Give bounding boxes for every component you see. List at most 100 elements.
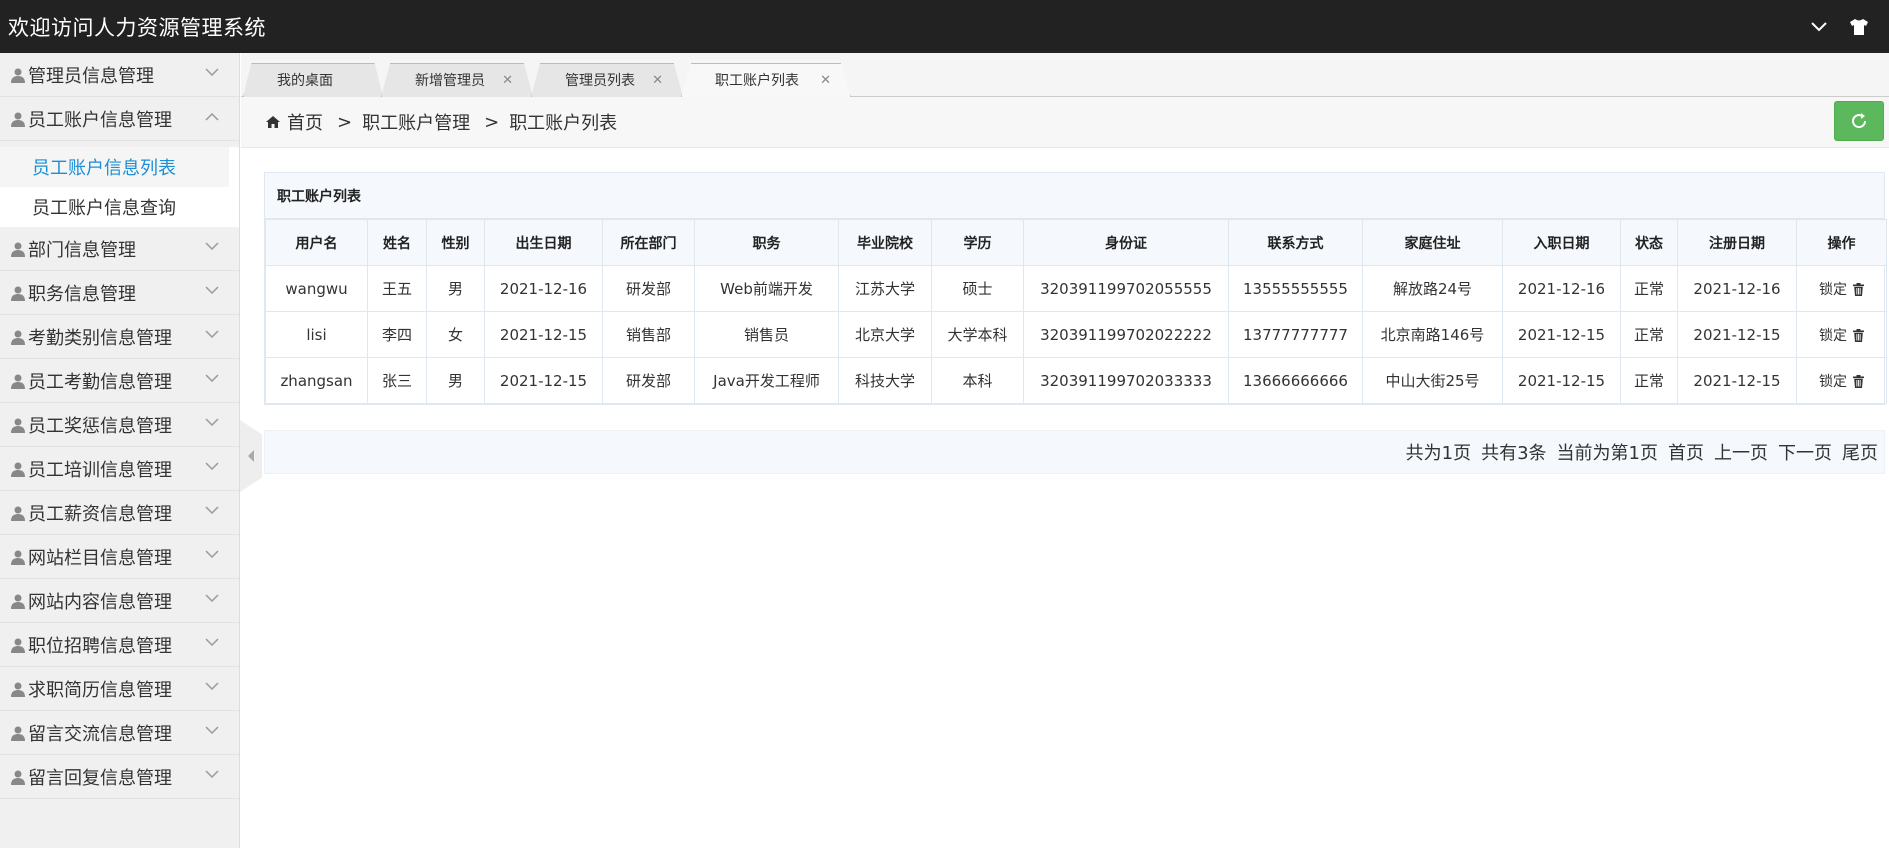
close-icon[interactable]: ✕	[652, 73, 663, 88]
sidebar-item-label: 职务信息管理	[28, 283, 136, 305]
sidebar-item-label: 员工培训信息管理	[28, 459, 172, 481]
sidebar-item-label: 求职简历信息管理	[28, 679, 172, 701]
tab-bar: 我的桌面 新增管理员 ✕ 管理员列表 ✕ 职工账户列表 ✕	[241, 53, 1889, 97]
user-icon	[11, 286, 25, 301]
breadcrumb-home[interactable]: 首页	[287, 109, 323, 135]
chevron-down-icon	[205, 638, 219, 647]
table-cell: 2021-12-15	[1677, 311, 1797, 358]
tab-add-admin[interactable]: 新增管理员 ✕	[381, 63, 533, 97]
user-icon	[11, 770, 25, 785]
pagination: 共为1页 共有3条 当前为第1页 首页 上一页 下一页 尾页	[264, 430, 1885, 474]
sidebar-item-site-column[interactable]: 网站栏目信息管理	[0, 535, 239, 579]
table-row: wangwu 王五 男 2021-12-16 研发部 Web前端开发 江苏大学 …	[265, 265, 1887, 312]
sidebar-item-employee-account[interactable]: 员工账户信息管理	[0, 97, 239, 141]
close-icon[interactable]: ✕	[502, 73, 513, 88]
sidebar-subitem-employee-list[interactable]: 员工账户信息列表	[0, 147, 229, 187]
pager-prev-link[interactable]: 上一页	[1714, 439, 1768, 465]
chevron-down-icon	[205, 770, 219, 779]
user-icon	[11, 242, 25, 257]
employee-account-table: 用户名 姓名 性别 出生日期 所在部门 职务 毕业院校 学历 身份证 联系方式 …	[265, 219, 1887, 404]
chevron-down-icon	[205, 506, 219, 515]
sidebar-subitem-employee-query[interactable]: 员工账户信息查询	[0, 187, 239, 227]
table-cell: 北京南路146号	[1362, 311, 1503, 358]
chevron-down-icon	[205, 418, 219, 427]
user-icon	[11, 68, 25, 83]
table-cell: 科技大学	[838, 357, 932, 404]
sidebar-item-site-content[interactable]: 网站内容信息管理	[0, 579, 239, 623]
sidebar-item-salary[interactable]: 员工薪资信息管理	[0, 491, 239, 535]
breadcrumb-level1: 职工账户管理	[362, 113, 471, 134]
table-cell: 中山大街25号	[1362, 357, 1503, 404]
sidebar-item-resume[interactable]: 求职简历信息管理	[0, 667, 239, 711]
chevron-down-icon	[205, 374, 219, 383]
table-cell: 男	[426, 357, 485, 404]
table-cell: 正常	[1620, 265, 1678, 312]
sidebar-item-department[interactable]: 部门信息管理	[0, 227, 239, 271]
table-cell: 2021-12-15	[1677, 357, 1797, 404]
column-header: 学历	[931, 219, 1024, 266]
table-cell: 2021-12-15	[1502, 311, 1621, 358]
sidebar-item-label: 职位招聘信息管理	[28, 635, 172, 657]
chevron-down-icon	[205, 286, 219, 295]
user-icon	[11, 638, 25, 653]
table-cell: 研发部	[602, 265, 695, 312]
table-cell: 2021-12-16	[1677, 265, 1797, 312]
trash-icon[interactable]	[1853, 374, 1864, 388]
breadcrumb-separator: >	[484, 111, 500, 133]
table-cell: 王五	[367, 265, 427, 312]
shirt-icon[interactable]	[1849, 18, 1869, 36]
table-cell: lisi	[265, 311, 368, 358]
refresh-button[interactable]	[1834, 101, 1884, 141]
pager-first-link[interactable]: 首页	[1668, 439, 1704, 465]
lock-link[interactable]: 锁定	[1819, 374, 1847, 390]
tab-employee-account-list[interactable]: 职工账户列表 ✕	[681, 63, 851, 97]
table-cell: 13777777777	[1228, 311, 1363, 358]
column-header: 出生日期	[484, 219, 603, 266]
column-header: 职务	[694, 219, 839, 266]
sidebar-item-label: 员工薪资信息管理	[28, 503, 172, 525]
table-cell: 女	[426, 311, 485, 358]
table-cell: Web前端开发	[694, 265, 839, 312]
sidebar-item-label: 留言交流信息管理	[28, 723, 172, 745]
sidebar-item-position[interactable]: 职务信息管理	[0, 271, 239, 315]
pager-last-link[interactable]: 尾页	[1842, 439, 1878, 465]
table-cell: 320391199702033333	[1023, 357, 1229, 404]
user-icon	[11, 550, 25, 565]
user-icon	[11, 330, 25, 345]
sidebar-item-message[interactable]: 留言交流信息管理	[0, 711, 239, 755]
table-cell: 解放路24号	[1362, 265, 1503, 312]
chevron-down-icon	[205, 726, 219, 735]
table-cell: 320391199702055555	[1023, 265, 1229, 312]
trash-icon[interactable]	[1853, 282, 1864, 296]
column-header: 入职日期	[1502, 219, 1621, 266]
app-title: 欢迎访问人力资源管理系统	[8, 15, 266, 40]
sidebar-item-attendance[interactable]: 员工考勤信息管理	[0, 359, 239, 403]
pager-next-link[interactable]: 下一页	[1778, 439, 1832, 465]
sidebar-item-label: 留言回复信息管理	[28, 767, 172, 789]
close-icon[interactable]: ✕	[820, 73, 831, 88]
sidebar-item-label: 员工账户信息管理	[28, 109, 172, 131]
sidebar-item-recruitment[interactable]: 职位招聘信息管理	[0, 623, 239, 667]
tab-desktop[interactable]: 我的桌面	[243, 63, 383, 97]
table-header-row: 用户名 姓名 性别 出生日期 所在部门 职务 毕业院校 学历 身份证 联系方式 …	[265, 219, 1887, 266]
table-cell: 正常	[1620, 357, 1678, 404]
sidebar-item-label: 网站内容信息管理	[28, 591, 172, 613]
sidebar-collapse-handle[interactable]	[240, 420, 262, 492]
chevron-down-icon	[205, 462, 219, 471]
tab-admin-list[interactable]: 管理员列表 ✕	[531, 63, 683, 97]
table-cell: 13666666666	[1228, 357, 1363, 404]
lock-link[interactable]: 锁定	[1819, 328, 1847, 344]
sidebar-item-reward[interactable]: 员工奖惩信息管理	[0, 403, 239, 447]
sidebar-item-admin[interactable]: 管理员信息管理	[0, 53, 239, 97]
sidebar-item-attendance-type[interactable]: 考勤类别信息管理	[0, 315, 239, 359]
column-header: 家庭住址	[1362, 219, 1503, 266]
lock-link[interactable]: 锁定	[1819, 282, 1847, 298]
sidebar-item-reply[interactable]: 留言回复信息管理	[0, 755, 239, 799]
sidebar-item-label: 员工奖惩信息管理	[28, 415, 172, 437]
sidebar-item-training[interactable]: 员工培训信息管理	[0, 447, 239, 491]
trash-icon[interactable]	[1853, 328, 1864, 342]
column-header: 身份证	[1023, 219, 1229, 266]
table-cell: 硕士	[931, 265, 1024, 312]
chevron-down-icon[interactable]	[1811, 21, 1827, 32]
chevron-down-icon	[205, 550, 219, 559]
